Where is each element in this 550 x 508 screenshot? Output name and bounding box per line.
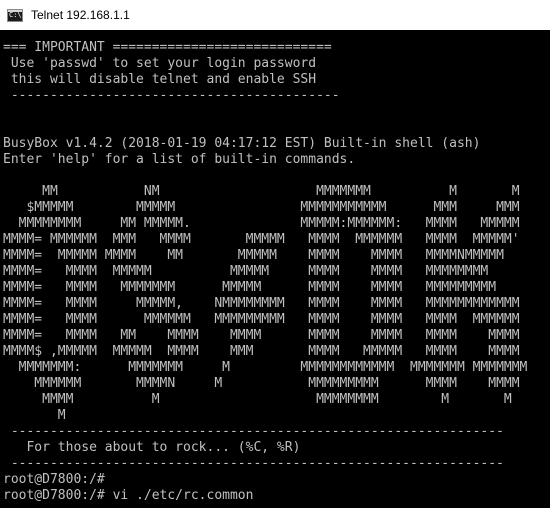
terminal-output[interactable]: === IMPORTANT ==========================… [3,40,550,504]
terminal-line: ----------------------------------------… [3,424,504,439]
terminal-line: Use 'passwd' to set your login password [3,56,317,71]
terminal-line: MMMM= MMMMMM MMM MMMM MMMMM MMMM MMMMMM … [3,232,520,247]
terminal-line: ----------------------------------------… [3,88,340,103]
terminal-line: M [3,408,66,423]
terminal-line: BusyBox v1.4.2 (2018-01-19 04:17:12 EST)… [3,136,481,151]
terminal-line: root@D7800:/# vi ./etc/rc.common [3,488,254,503]
terminal-line: MMMM M MMMMMMMM M M [3,392,512,407]
terminal-line: this will disable telnet and enable SSH [3,72,317,87]
terminal-line: Enter 'help' for a list of built-in comm… [3,152,356,167]
telnet-window: C:\ Telnet 192.168.1.1 === IMPORTANT ===… [0,0,550,508]
terminal-line: === IMPORTANT ==========================… [3,40,332,55]
window-title: Telnet 192.168.1.1 [31,8,130,22]
terminal-line: $MMMMM MMMMM MMMMMMMMMMM MMM MMM [3,200,520,215]
console-icon: C:\ [7,8,23,22]
terminal-line: MMMMMM MMMMN M MMMMMMMMM MMMM MMMM [3,376,520,391]
title-bar[interactable]: C:\ Telnet 192.168.1.1 [0,0,550,30]
terminal-line: MM NM MMMMMMM M M [3,184,520,199]
terminal-line: root@D7800:/# [3,472,105,487]
terminal-line: MMMM= MMMM MMMMMMM MMMMM MMMM MMMM MMMMM… [3,280,497,295]
terminal-line: MMMM= MMMM MMMMM MMMMM MMMM MMMM MMMMMMM… [3,264,489,279]
terminal-line: MMMMMMMM MM MMMMM. MMMMM:MMMMMM: MMMM MM… [3,216,520,231]
terminal-line: MMMM= MMMM MM MMMM MMMM MMMM MMMM MMMM M… [3,328,520,343]
terminal-line: MMMM$ ,MMMMM MMMMM MMMM MMM MMMM MMMMM M… [3,344,520,359]
terminal-line: MMMM= MMMMM MMMM MM MMMMM MMMM MMMM MMMM… [3,248,504,263]
terminal-line: MMMM= MMMM MMMMM, NMMMMMMMM MMMM MMMM MM… [3,296,520,311]
terminal-line: For those about to rock... (%C, %R) [3,440,301,455]
terminal-line: MMMM= MMMM MMMMMM MMMMMMMMM MMMM MMMM MM… [3,312,520,327]
terminal-line: MMMMMMM: MMMMMMM M MMMMMMMMMMMM MMMMMMM … [3,360,528,375]
terminal-line: ----------------------------------------… [3,456,504,471]
